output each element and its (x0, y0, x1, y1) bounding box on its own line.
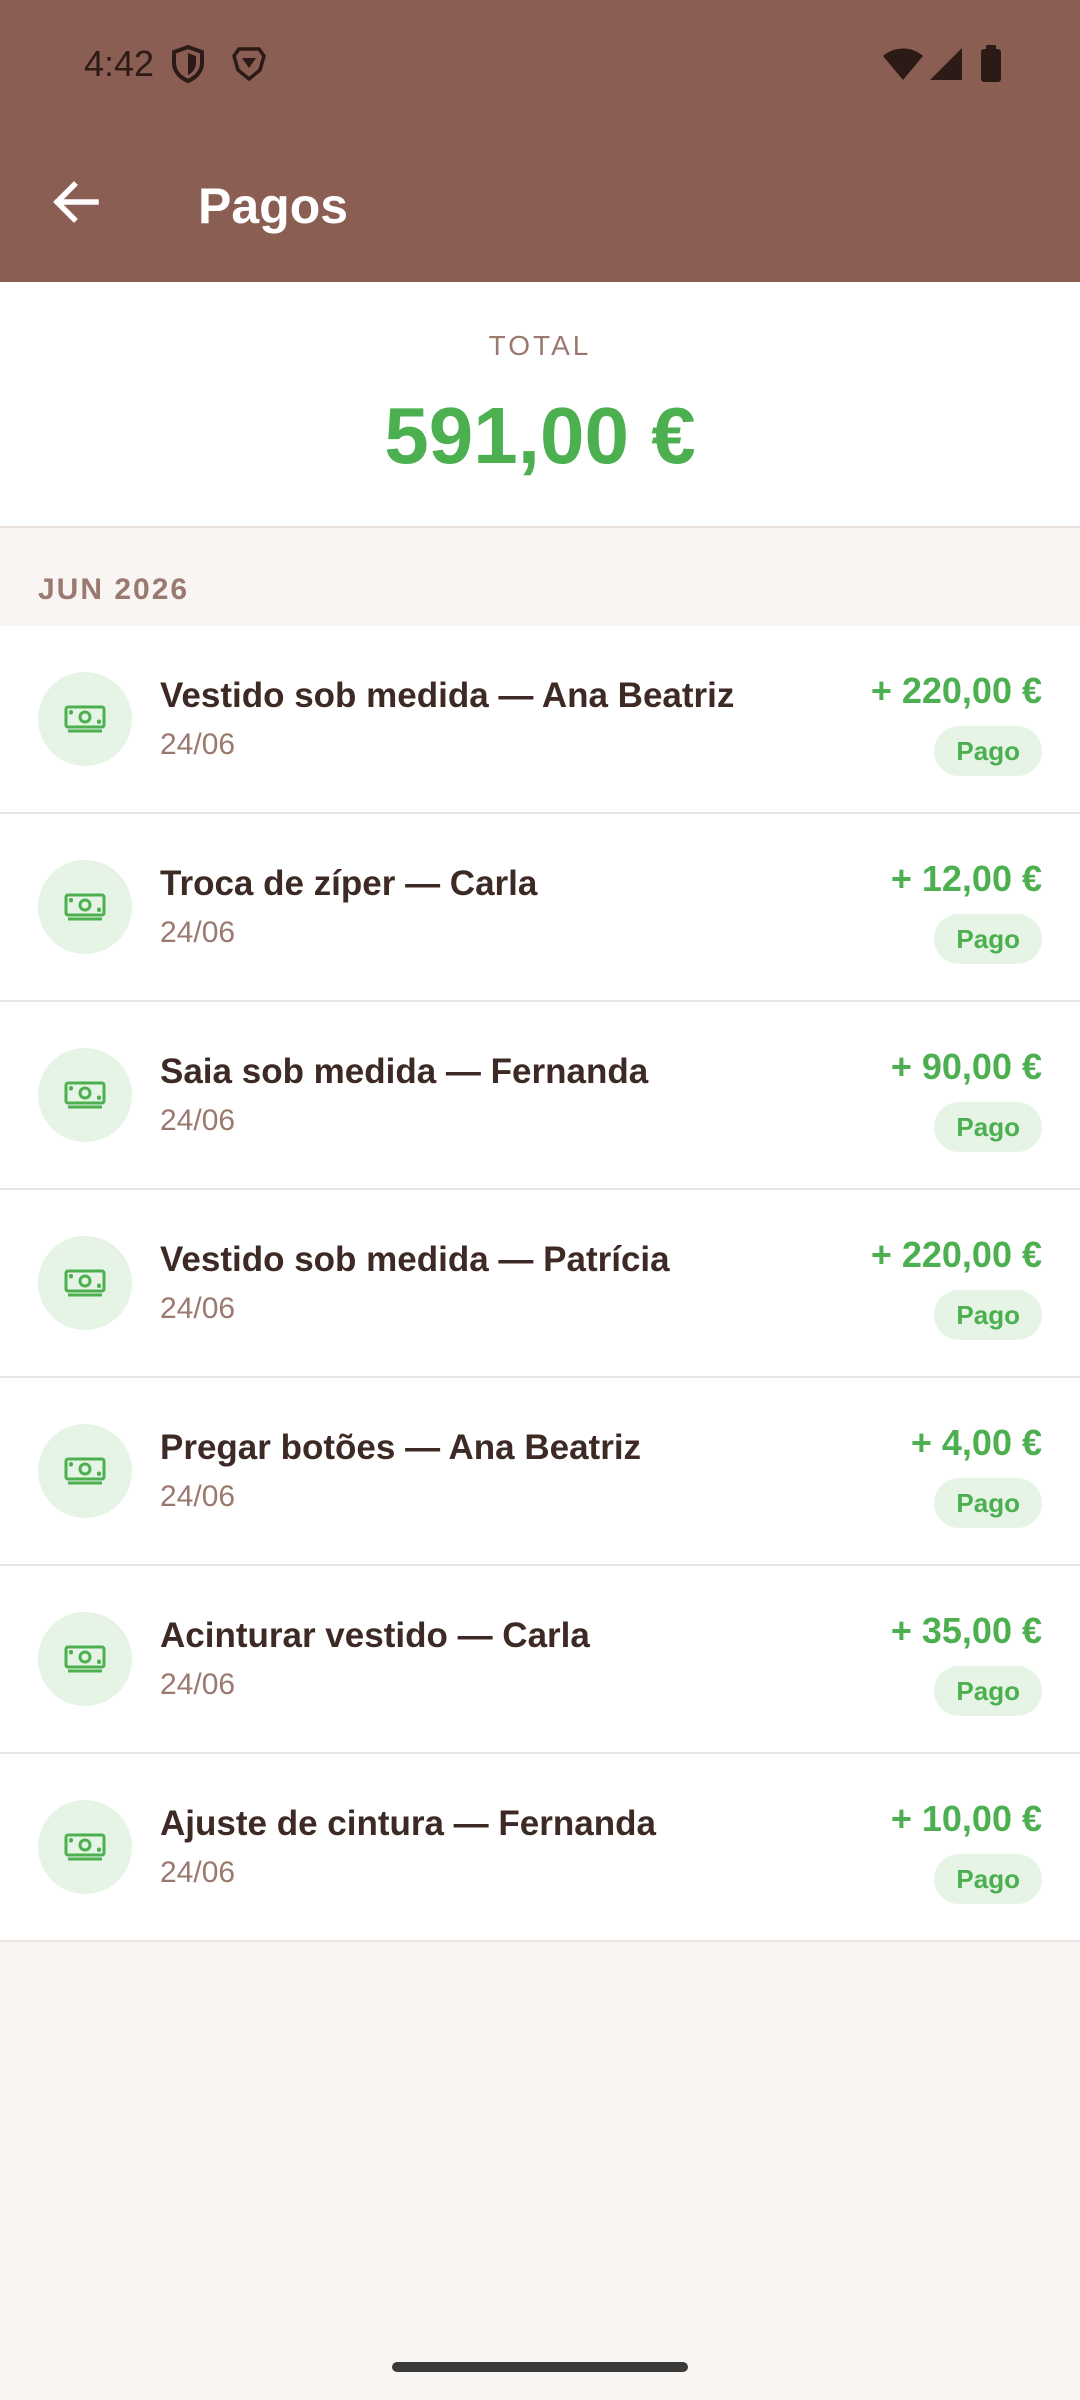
payment-date: 24/06 (160, 1668, 236, 1701)
status-badge: Pago (934, 1854, 1042, 1904)
payment-amount: + 220,00 € (870, 670, 1042, 711)
status-badge: Pago (934, 1666, 1042, 1716)
status-badge: Pago (934, 726, 1042, 776)
status-badge: Pago (934, 1102, 1042, 1152)
payment-date: 24/06 (160, 1104, 236, 1137)
payment-amount: + 4,00 € (910, 1422, 1042, 1463)
month-section-header: JUN 2026 (38, 573, 190, 606)
payment-title: Acinturar vestido — Carla (160, 1616, 590, 1655)
status-badge: Pago (934, 914, 1042, 964)
payment-row[interactable]: Pregar botões — Ana Beatriz 24/06 + 4,00 €… (0, 1378, 1080, 1566)
page-title: Pagos (198, 178, 349, 234)
signal-icon (930, 48, 962, 80)
status-badge: Pago (934, 1478, 1042, 1528)
payment-amount: + 10,00 € (890, 1798, 1042, 1839)
payment-amount: + 35,00 € (890, 1610, 1042, 1651)
wifi-icon (883, 48, 923, 80)
status-badge: Pago (934, 1290, 1042, 1340)
home-indicator[interactable] (392, 2362, 688, 2372)
cash-icon (38, 1612, 132, 1706)
cash-icon (38, 860, 132, 954)
payment-date: 24/06 (160, 1480, 236, 1513)
cash-icon (38, 1048, 132, 1142)
payment-date: 24/06 (160, 1856, 236, 1889)
payment-title: Pregar botões — Ana Beatriz (160, 1428, 642, 1467)
arrow-back-icon (53, 181, 99, 223)
total-label: TOTAL (488, 330, 592, 361)
shield-icon (172, 44, 204, 84)
payments-list: Vestido sob medida — Ana Beatriz 24/06 + 2… (0, 626, 1080, 1942)
payment-date: 24/06 (160, 1292, 236, 1325)
payment-date: 24/06 (160, 916, 236, 949)
payment-title: Ajuste de cintura — Fernanda (160, 1804, 656, 1843)
payment-date: 24/06 (160, 728, 236, 761)
cash-icon (38, 1800, 132, 1894)
payment-title: Vestido sob medida — Ana Beatriz (160, 676, 735, 715)
brave-icon (232, 47, 266, 82)
payment-amount: + 90,00 € (890, 1046, 1042, 1087)
payment-title: Troca de zíper — Carla (160, 864, 538, 903)
payment-row[interactable]: Vestido sob medida — Patrícia 24/06 + 220,… (0, 1190, 1080, 1378)
back-button[interactable] (40, 166, 112, 238)
app-bar: 4:42 Pagos (0, 0, 1080, 282)
payment-title: Saia sob medida — Fernanda (160, 1052, 649, 1091)
payment-row[interactable]: Acinturar vestido — Carla 24/06 + 35,00 € P… (0, 1566, 1080, 1754)
total-value: 591,00 € (384, 391, 696, 480)
payment-amount: + 220,00 € (870, 1234, 1042, 1275)
payment-row[interactable]: Saia sob medida — Fernanda 24/06 + 90,00 €… (0, 1002, 1080, 1190)
payment-amount: + 12,00 € (890, 858, 1042, 899)
payment-row[interactable]: Vestido sob medida — Ana Beatriz 24/06 + 2… (0, 626, 1080, 814)
cash-icon (38, 672, 132, 766)
payment-row[interactable]: Ajuste de cintura — Fernanda 24/06 + 10,00… (0, 1754, 1080, 1942)
payment-title: Vestido sob medida — Patrícia (160, 1240, 670, 1279)
cash-icon (38, 1424, 132, 1518)
battery-icon (981, 45, 1001, 82)
total-summary-card: TOTAL 591,00 € (0, 282, 1080, 528)
cash-icon (38, 1236, 132, 1330)
status-time: 4:42 (84, 43, 155, 84)
payment-row[interactable]: Troca de zíper — Carla 24/06 + 12,00 € Pago (0, 814, 1080, 1002)
